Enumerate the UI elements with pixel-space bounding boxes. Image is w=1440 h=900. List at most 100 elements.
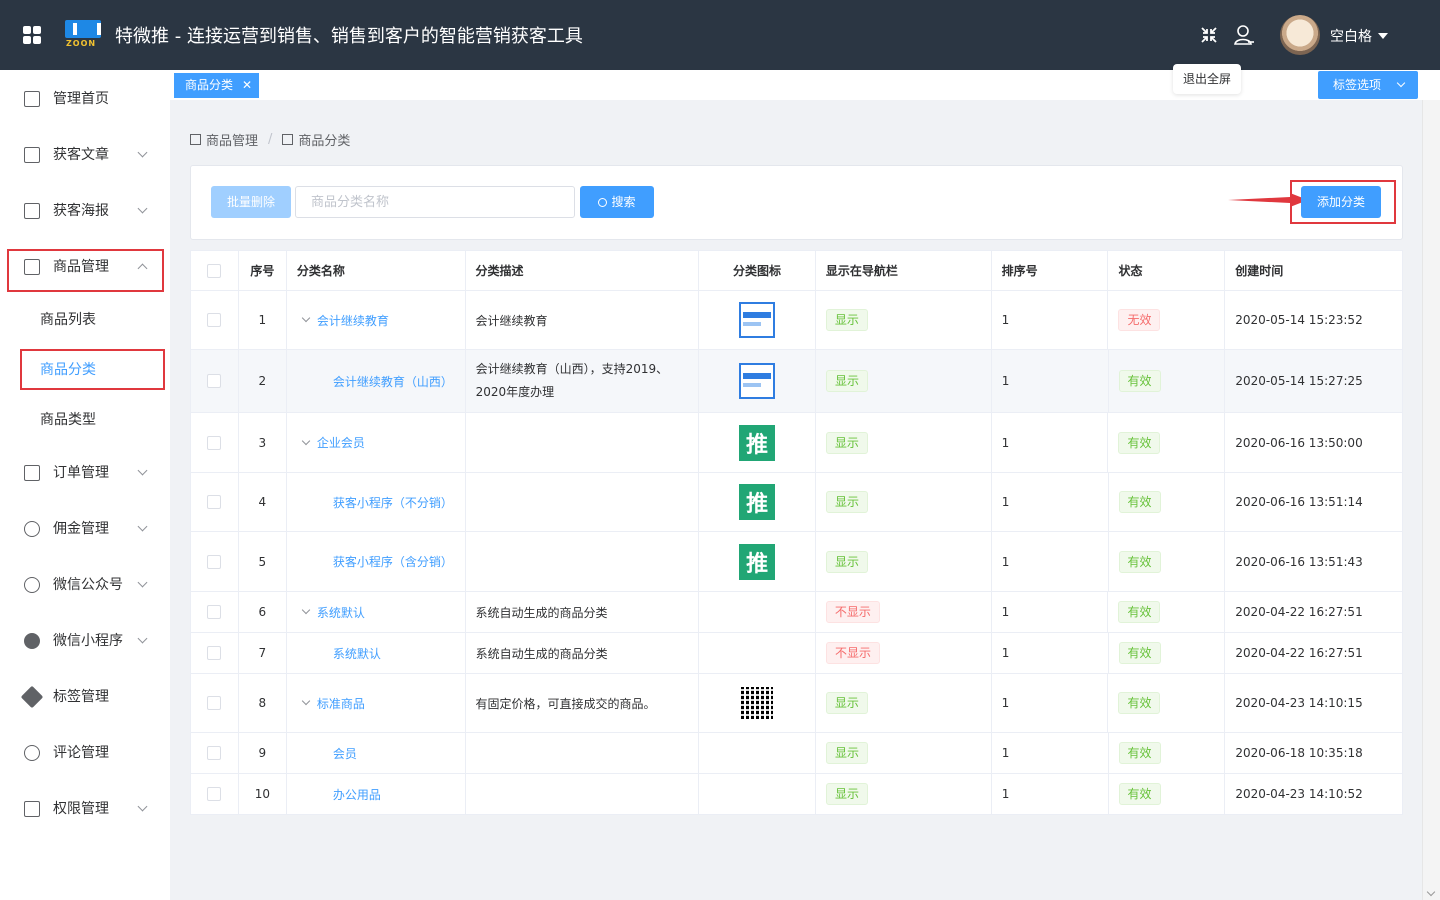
sidebar-item-posters[interactable]: 获客海报 — [0, 182, 170, 238]
table-row[interactable]: 10 办公用品 显示 1 有效 2020-04-23 14:10:52 — [191, 774, 1402, 814]
header-cell: 创建时间 — [1235, 264, 1284, 278]
nav-display-tag: 显示 — [825, 692, 868, 714]
search-input[interactable] — [295, 186, 575, 218]
row-checkbox[interactable] — [207, 313, 222, 327]
breadcrumb-item[interactable]: 商品管理 — [206, 130, 258, 149]
nav-display-tag: 不显示 — [825, 601, 880, 623]
row-checkbox[interactable] — [207, 435, 222, 450]
row-checkbox[interactable] — [207, 374, 222, 388]
nav-display-tag: 显示 — [825, 783, 868, 805]
batch-delete-button[interactable]: 批量删除 — [211, 186, 291, 218]
header-cell: 分类图标 — [699, 251, 816, 290]
order-icon — [24, 465, 40, 481]
status-badge: 有效 — [1118, 550, 1161, 573]
status-badge: 有效 — [1118, 431, 1161, 454]
nav-display-tag: 显示 — [825, 370, 868, 392]
chevron-down-icon — [137, 801, 148, 811]
chevron-down-icon — [137, 633, 148, 643]
header-cell: 状态 — [1108, 251, 1226, 290]
row-checkbox[interactable] — [207, 787, 222, 801]
table-row[interactable]: 6 系统默认 系统自动生成的商品分类 不显示 1 有效 2020-04-22 1… — [191, 592, 1402, 633]
table-row[interactable]: 7 系统默认 系统自动生成的商品分类 不显示 1 有效 2020-04-22 1… — [191, 633, 1402, 674]
sidebar-item-miniprogram[interactable]: 微信小程序 — [0, 612, 170, 668]
status-badge: 有效 — [1118, 783, 1161, 805]
exit-fullscreen-icon[interactable] — [1200, 26, 1218, 44]
sidebar-item-articles[interactable]: 获客文章 — [0, 126, 170, 182]
vertical-scrollbar[interactable] — [1422, 100, 1440, 900]
nav-display-tag: 不显示 — [825, 642, 880, 664]
document-icon — [282, 134, 294, 145]
article-icon — [24, 147, 40, 163]
tab-goods-category[interactable]: 商品分类 ✕ — [174, 73, 260, 98]
expand-arrow-icon[interactable] — [301, 605, 311, 615]
category-name-link[interactable]: 会员 — [333, 745, 357, 762]
nav-display-tag: 显示 — [825, 309, 868, 331]
category-thumbnail — [739, 363, 776, 399]
toolbar: 批量删除 搜索 添加分类 — [190, 165, 1403, 240]
table-row[interactable]: 3 企业会员 推 显示 1 有效 2020-06-16 13:50:00 — [191, 413, 1402, 473]
expand-arrow-icon[interactable] — [301, 436, 311, 445]
select-all-checkbox[interactable] — [207, 263, 222, 278]
sidebar-subitem-goods-type[interactable]: 商品类型 — [0, 394, 170, 444]
sidebar-item-orders[interactable]: 订单管理 — [0, 444, 170, 500]
table-row[interactable]: 8 标准商品 有固定价格，可直接成交的商品。 显示 1 有效 2020-04-2… — [191, 674, 1402, 733]
header-cell: 显示在导航栏 — [816, 251, 992, 290]
category-thumbnail: 推 — [739, 424, 776, 461]
row-checkbox[interactable] — [207, 746, 222, 760]
sidebar-item-commission[interactable]: 佣金管理 — [0, 500, 170, 556]
status-badge: 有效 — [1118, 601, 1161, 623]
breadcrumb: 商品管理 / 商品分类 — [190, 130, 350, 149]
commission-icon — [24, 521, 40, 537]
user-icon[interactable] — [1233, 24, 1255, 46]
category-thumbnail — [739, 302, 776, 338]
header-cell: 排序号 — [992, 251, 1109, 290]
logo: ZOON — [65, 20, 101, 50]
search-button[interactable]: 搜索 — [580, 186, 654, 218]
table-row[interactable]: 2 会计继续教育（山西） 会计继续教育（山西），支持2019、2020年度办理 … — [191, 350, 1402, 413]
category-name-link[interactable]: 获客小程序（含分销） — [333, 553, 453, 570]
row-checkbox[interactable] — [207, 646, 222, 660]
miniprogram-icon — [24, 633, 40, 649]
scroll-down-arrow-icon[interactable] — [1426, 887, 1436, 897]
apps-grid-icon[interactable] — [23, 26, 41, 44]
comment-icon — [24, 745, 40, 761]
row-checkbox[interactable] — [207, 554, 222, 569]
table-row[interactable]: 5 获客小程序（含分销） 推 显示 1 有效 2020-06-16 13:51:… — [191, 532, 1402, 592]
username[interactable]: 空白格 — [1330, 26, 1372, 46]
table-row[interactable]: 4 获客小程序（不分销） 推 显示 1 有效 2020-06-16 13:51:… — [191, 473, 1402, 532]
sidebar-item-home[interactable]: 管理首页 — [0, 70, 170, 126]
expand-arrow-icon[interactable] — [301, 696, 311, 706]
category-name-link[interactable]: 会计继续教育（山西） — [333, 373, 453, 390]
qr-code-thumbnail — [741, 687, 774, 719]
breadcrumb-separator: / — [268, 132, 273, 147]
category-name-link[interactable]: 标准商品 — [317, 695, 365, 712]
search-icon — [598, 198, 608, 207]
sidebar-item-wechat-official[interactable]: 微信公众号 — [0, 556, 170, 612]
status-badge: 有效 — [1118, 742, 1161, 764]
user-menu-caret-icon[interactable] — [1378, 33, 1388, 39]
expand-arrow-icon[interactable] — [301, 313, 311, 323]
close-icon[interactable]: ✕ — [242, 73, 252, 98]
sidebar-item-comments[interactable]: 评论管理 — [0, 724, 170, 780]
tag-options-button[interactable]: 标签选项 — [1318, 71, 1418, 99]
table-row[interactable]: 1 会计继续教育 会计继续教育 显示 1 无效 2020-05-14 15:23… — [191, 291, 1402, 350]
breadcrumb-item: 商品分类 — [298, 134, 351, 149]
row-checkbox[interactable] — [207, 696, 222, 710]
category-name-link[interactable]: 系统默认 — [317, 604, 365, 621]
sidebar-subitem-goods-list[interactable]: 商品列表 — [0, 294, 170, 344]
category-name-link[interactable]: 会计继续教育 — [317, 312, 389, 329]
row-checkbox[interactable] — [207, 605, 222, 619]
category-name-link[interactable]: 办公用品 — [333, 786, 381, 803]
status-badge: 有效 — [1118, 642, 1161, 664]
status-badge: 无效 — [1118, 309, 1161, 331]
sidebar-item-tags[interactable]: 标签管理 — [0, 668, 170, 724]
category-name-link[interactable]: 系统默认 — [333, 645, 381, 662]
status-badge: 有效 — [1118, 370, 1161, 392]
main-content: 商品管理 / 商品分类 批量删除 搜索 添加分类 序号 分类名称 分类描述 分类… — [170, 100, 1422, 900]
sidebar-item-permissions[interactable]: 权限管理 — [0, 780, 170, 836]
category-name-link[interactable]: 获客小程序（不分销） — [333, 494, 453, 511]
avatar[interactable] — [1280, 15, 1320, 55]
table-row[interactable]: 9 会员 显示 1 有效 2020-06-18 10:35:18 — [191, 733, 1402, 774]
row-checkbox[interactable] — [207, 495, 222, 509]
category-name-link[interactable]: 企业会员 — [317, 434, 365, 451]
